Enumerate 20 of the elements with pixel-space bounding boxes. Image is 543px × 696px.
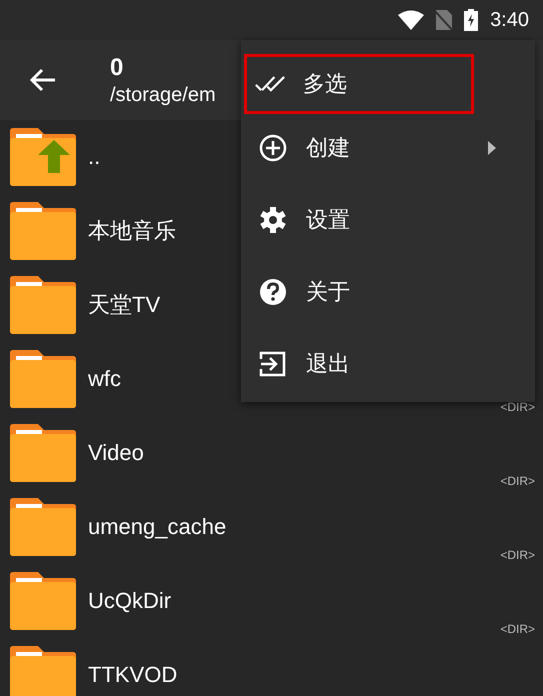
- file-name: ..: [88, 144, 100, 170]
- file-name: umeng_cache: [88, 514, 226, 540]
- clock-time: 3:40: [490, 8, 529, 32]
- file-type-label: <DIR>: [500, 474, 535, 488]
- file-name: UcQkDir: [88, 588, 172, 614]
- file-type-label: <DIR>: [500, 548, 535, 562]
- file-name: Video: [88, 440, 144, 466]
- file-name: TTKVOD: [88, 662, 178, 688]
- file-type-label: <DIR>: [500, 622, 535, 636]
- file-name: 天堂TV: [88, 291, 160, 319]
- file-type-label: <DIR>: [500, 400, 535, 414]
- folder-title: 0: [110, 54, 124, 82]
- menu-item-label: 关于: [306, 278, 350, 306]
- file-name: wfc: [88, 366, 121, 392]
- menu-item-label: 设置: [306, 206, 350, 234]
- file-name: 本地音乐: [88, 217, 176, 245]
- folder-path: /storage/em: [110, 84, 216, 106]
- menu-item-label: 创建: [306, 134, 350, 162]
- menu-item-label: 多选: [303, 70, 347, 98]
- menu-item-label: 退出: [306, 350, 350, 378]
